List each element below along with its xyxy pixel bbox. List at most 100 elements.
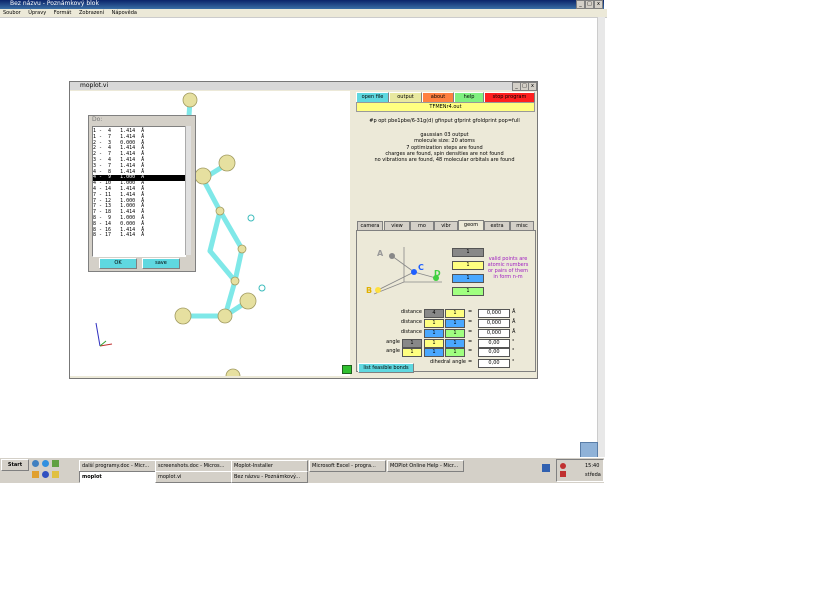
distance-1-eq: = [468, 309, 473, 315]
dihedral-value: 0,00 [478, 359, 510, 368]
list-feasible-bonds-button[interactable]: list feasible bonds [358, 363, 414, 373]
tray-icon[interactable] [542, 464, 550, 472]
point-label-a: A [377, 249, 384, 258]
browser-icon[interactable] [42, 460, 49, 467]
tray-volume-icon[interactable] [560, 471, 566, 477]
messenger-icon[interactable] [42, 471, 49, 478]
bonds-save-button[interactable]: save [142, 258, 180, 269]
task-notepad[interactable]: Bez názvu - Poznámkový... [231, 471, 308, 483]
angle-label: angle [386, 348, 400, 354]
point-d-input[interactable]: 1 [452, 287, 484, 296]
distance-2-value: 0,000 [478, 319, 510, 328]
menu-soubor[interactable]: Soubor [3, 10, 21, 16]
atom-6 [230, 276, 240, 286]
notepad-corner-icon [580, 442, 598, 458]
angle-2-eq: = [468, 348, 473, 354]
atom-2 [194, 167, 212, 185]
clock[interactable]: 15:40 [585, 463, 599, 469]
angle-1-b[interactable]: 1 [424, 339, 444, 348]
start-label: Start [7, 462, 23, 468]
info-line: no vibrations are found, 48 molecular or… [374, 157, 515, 164]
angle-2-unit: ° [512, 348, 515, 354]
menu-upravy[interactable]: Úpravy [28, 10, 46, 16]
atom-10 [225, 368, 241, 376]
distance-1-b[interactable]: 1 [445, 309, 465, 318]
desktop-icon[interactable] [32, 460, 39, 467]
distance-1-value: 0,000 [478, 309, 510, 318]
moplot-title: moplot.vi [80, 82, 109, 89]
point-label-d: D [434, 269, 441, 278]
clock-day: středa [585, 472, 601, 478]
info-block: gaussian 03 output molecule size: 20 ato… [356, 132, 533, 163]
tray-network-icon[interactable] [560, 463, 566, 469]
angle-2-a[interactable]: 1 [402, 348, 422, 357]
distance-3-unit: Å [512, 329, 516, 335]
angle-label: angle [386, 339, 400, 345]
atom-4 [215, 206, 225, 216]
angle-1-unit: ° [512, 339, 515, 345]
quicklaunch-icons [32, 459, 72, 479]
dihedral-label: dihedral angle [430, 359, 466, 365]
menu-napoveda[interactable]: Nápověda [112, 10, 137, 16]
angle-2-b[interactable]: 1 [424, 348, 444, 357]
menu-zobrazeni[interactable]: Zobrazení [79, 10, 104, 16]
notepad-maximize-button[interactable]: □ [585, 0, 594, 9]
distance-label: distance [400, 319, 422, 325]
point-a-input[interactable]: 1 [452, 248, 484, 257]
distance-1-a[interactable]: 4 [424, 309, 444, 318]
distance-2-a[interactable]: 1 [424, 319, 444, 328]
atom-8 [217, 308, 233, 324]
atom-9 [239, 292, 257, 310]
point-c-input[interactable]: 1 [452, 274, 484, 283]
explorer-icon[interactable] [32, 471, 39, 478]
angle-2-c[interactable]: 1 [445, 348, 465, 357]
distance-2-b[interactable]: 1 [445, 319, 465, 328]
bonds-dialog-titlebar: Do: [89, 116, 193, 124]
point-b-input[interactable]: 1 [452, 261, 484, 270]
distance-1-unit: Å [512, 309, 516, 315]
menu-format[interactable]: Formát [54, 10, 72, 16]
distance-2-unit: Å [512, 319, 516, 325]
bonds-list-scrollbar[interactable] [185, 126, 191, 255]
angle-2-value: 0,00 [478, 348, 510, 357]
point-label-c: C [418, 263, 424, 272]
folder-icon[interactable] [52, 471, 59, 478]
distance-3-value: 0,000 [478, 329, 510, 338]
moplot-close-button[interactable]: x [528, 82, 537, 91]
start-button[interactable]: Start [1, 459, 29, 471]
task-moplot-vi[interactable]: moplot.vi [155, 471, 232, 483]
notepad-close-button[interactable]: x [594, 0, 603, 9]
dihedral-unit: ° [512, 359, 515, 365]
task-moplot-help[interactable]: MOPlot Online Help - Micr... [387, 460, 464, 472]
notepad-titlebar: Bez názvu - Poznámkový blok _ □ x [0, 0, 604, 9]
moplot-titlebar: moplot.vi _ □ x [70, 82, 537, 91]
angle-1-c[interactable]: 1 [445, 339, 465, 348]
route-line: #p opt pbe1pbe/6-31g(d) gfinput gfprint … [369, 118, 520, 124]
system-tray: 15:40 středa [556, 459, 604, 482]
filename-field: TFMENr4.out [356, 102, 535, 112]
bonds-dialog-title: Do: [92, 116, 103, 123]
atom-3 [218, 154, 236, 172]
atom-7 [174, 307, 192, 325]
notepad-menubar: Soubor Úpravy Formát Zobrazení Nápověda [0, 9, 607, 18]
notepad-scrollbar[interactable] [597, 17, 605, 457]
distance-3-b[interactable]: 1 [445, 329, 465, 338]
notepad-minimize-button[interactable]: _ [576, 0, 585, 9]
media-icon[interactable] [52, 460, 59, 467]
atom-5 [237, 244, 247, 254]
distance-3-eq: = [468, 329, 473, 335]
task-moplot[interactable]: moplot [79, 471, 156, 483]
bonds-ok-button[interactable]: OK [99, 258, 137, 269]
angle-1-value: 0,00 [478, 339, 510, 348]
valid-points-hint: valid points are atomic numbers or pairs… [487, 256, 529, 280]
bond-row[interactable]: 8 - 17 1.414 Å [93, 233, 185, 239]
distance-2-eq: = [468, 319, 473, 325]
task-excel[interactable]: Microsoft Excel - progra... [309, 460, 386, 472]
status-indicator [342, 365, 352, 374]
distance-label: distance [400, 329, 422, 335]
angle-1-a[interactable]: 1 [402, 339, 422, 348]
distance-3-a[interactable]: 1 [424, 329, 444, 338]
notepad-title: Bez názvu - Poznámkový blok [10, 0, 99, 7]
dihedral-eq: = [468, 359, 473, 365]
bonds-list[interactable]: 1 - 4 1.414 Å 1 - 7 1.414 Å 2 - 3 0.000 … [92, 126, 186, 257]
